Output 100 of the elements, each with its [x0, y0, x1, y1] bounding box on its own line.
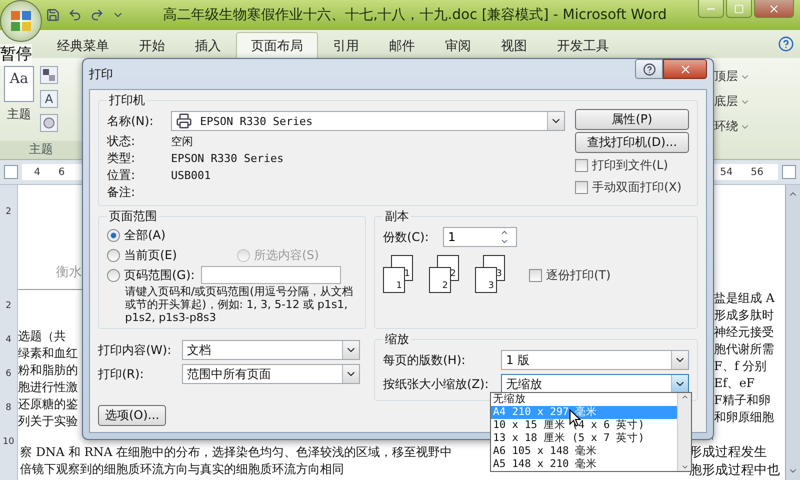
document-text: 列关于实验 — [18, 413, 79, 430]
ruler-number: 56 — [750, 166, 764, 178]
ruler-number: 6 — [6, 369, 12, 379]
field-label: 状态: — [107, 133, 136, 150]
document-text: Ef、eF — [714, 375, 756, 392]
document-text: 察 DNA 和 RNA 在细胞中的分布，选择染色均匀、色泽较浅的区域，移至视野中 — [20, 444, 454, 461]
close-button[interactable] — [663, 59, 707, 79]
theme-icon[interactable]: Aa — [4, 66, 34, 102]
ribbon-tab[interactable]: 视图 — [486, 32, 542, 58]
field-label: 备注: — [107, 184, 136, 201]
document-text: 盐是组成 A — [714, 290, 776, 307]
arrange-label[interactable]: 顶层 — [714, 68, 738, 85]
ruler-number: 10 — [2, 437, 14, 447]
spin-down-icon[interactable] — [500, 237, 509, 246]
vertical-scrollbar[interactable] — [785, 185, 800, 480]
arrange-label[interactable]: 环绕 — [714, 118, 738, 135]
document-text: 和卵原细胞 — [714, 409, 775, 426]
checkbox-label: 手动双面打印(X) — [592, 178, 682, 196]
maximize-icon — [734, 4, 744, 14]
close-icon — [768, 2, 780, 14]
ruler-number: 4 — [34, 166, 40, 178]
scale-select[interactable]: 无缩放 — [501, 374, 689, 394]
window-title: 高二年级生物寒假作业十六、十七,十八，十九.doc [兼容模式] - Microsoft Word — [162, 6, 668, 24]
collate-pages-drawing: 2 2 — [429, 255, 465, 295]
group-label: 主题 — [0, 141, 82, 159]
ribbon-tab[interactable]: 插入 — [180, 32, 236, 58]
effects-icon[interactable] — [40, 114, 58, 132]
ribbon-tab[interactable]: 审阅 — [430, 32, 486, 58]
ribbon-tab[interactable]: 开始 — [124, 32, 180, 58]
ruler-number: 54 — [720, 166, 733, 178]
document-text: 神经元接受 — [714, 324, 775, 341]
collate-pages-drawing: 1 1 — [383, 255, 419, 295]
printer-select[interactable]: EPSON R330 Series — [171, 111, 565, 131]
hint-text: 请键入页码和/或页码范围(用逗号分隔，从文档或节的开头算起)，例如: 1, 3, 5-12 或 p1s1, p1s2, p1s3-p8s3 — [124, 285, 354, 324]
undo-icon[interactable] — [68, 8, 82, 22]
page-range-input[interactable] — [200, 266, 341, 284]
document-text: 粉和脂肪的 — [18, 362, 79, 379]
radio-button[interactable] — [107, 228, 120, 242]
field-value: 空闲 — [171, 134, 193, 149]
close-icon — [678, 62, 692, 76]
field-label: 类型: — [107, 150, 136, 167]
document-text: 绿素和血红 — [18, 345, 79, 362]
group-title: 页面范围 — [108, 208, 158, 225]
maximize-button[interactable] — [726, 0, 752, 18]
radio-button[interactable] — [107, 248, 120, 262]
list-scrollbar[interactable] — [677, 393, 691, 471]
field-value: EPSON R330 Series — [171, 152, 284, 165]
radio-label: 页码范围(G): — [124, 266, 195, 284]
ribbon-tab[interactable]: 引用 — [318, 32, 374, 58]
scroll-down-icon[interactable] — [680, 463, 688, 471]
minimize-button[interactable] — [698, 0, 724, 18]
print-select[interactable]: 范围中所有页面 — [182, 364, 360, 384]
group-title: 副本 — [384, 208, 410, 225]
printer-icon — [176, 113, 192, 129]
radio-label: 所选内容(S) — [254, 246, 319, 264]
print-what-select[interactable]: 文档 — [182, 340, 360, 360]
scroll-up-icon[interactable] — [680, 393, 688, 401]
ribbon-tab[interactable]: 开发工具 — [542, 32, 624, 58]
dialog-button[interactable]: 查找打印机(D)... — [575, 132, 689, 153]
theme-label[interactable]: 主题 — [7, 106, 31, 123]
document-text: 形成多肽时 — [714, 307, 775, 324]
checkbox[interactable] — [575, 180, 588, 194]
pause-label: 暂停 — [0, 44, 32, 65]
ribbon-tab[interactable]: 邮件 — [374, 32, 430, 58]
ruler-number: 4 — [6, 335, 12, 345]
ruler-number: 6 — [58, 166, 65, 178]
group-title: 缩放 — [384, 331, 410, 348]
document-text: 胞代谢所需 — [714, 341, 775, 358]
group-title: 打印机 — [108, 92, 146, 109]
checkbox[interactable] — [529, 268, 542, 282]
field-label: 每页的版数(H): — [383, 352, 466, 368]
field-label: 位置: — [107, 167, 136, 184]
field-label: 按纸张大小缩放(Z): — [383, 376, 490, 392]
pages-per-sheet-select[interactable]: 1 版 — [501, 350, 689, 370]
copies-spinner[interactable]: 1 — [443, 227, 517, 247]
fonts-icon[interactable]: A — [40, 90, 58, 108]
save-icon[interactable] — [46, 8, 60, 22]
close-button[interactable] — [754, 0, 794, 18]
dialog-button[interactable]: 属性(P) — [575, 109, 689, 130]
document-text: 倍镜下观察到的细胞质环流方向与真实的细胞质环流方向相同 — [20, 461, 345, 478]
arrange-label[interactable]: 底层 — [714, 93, 738, 110]
radio-button[interactable] — [107, 268, 120, 282]
document-text: F精子和卵 — [714, 392, 772, 409]
ruler-toggle[interactable] — [782, 165, 796, 179]
help-icon — [642, 62, 656, 76]
ribbon-tab[interactable]: 经典菜单 — [42, 32, 124, 58]
tab-stop-selector[interactable] — [4, 165, 18, 179]
ruler-number: 2 — [6, 301, 12, 311]
options-button[interactable]: 选项(O)... — [98, 405, 166, 426]
ruler-number: 8 — [6, 403, 12, 413]
redo-icon[interactable] — [90, 8, 104, 22]
help-icon[interactable] — [778, 36, 794, 52]
ribbon-tab[interactable]: 页面布局 — [236, 32, 318, 58]
checkbox[interactable] — [575, 158, 588, 172]
colors-icon[interactable] — [40, 66, 58, 84]
spin-up-icon[interactable] — [500, 228, 509, 237]
help-button[interactable] — [635, 59, 663, 79]
document-text: F、f 分别 — [714, 358, 768, 375]
radio-label: 全部(A) — [124, 226, 166, 244]
ruler-number: 2 — [6, 207, 12, 217]
